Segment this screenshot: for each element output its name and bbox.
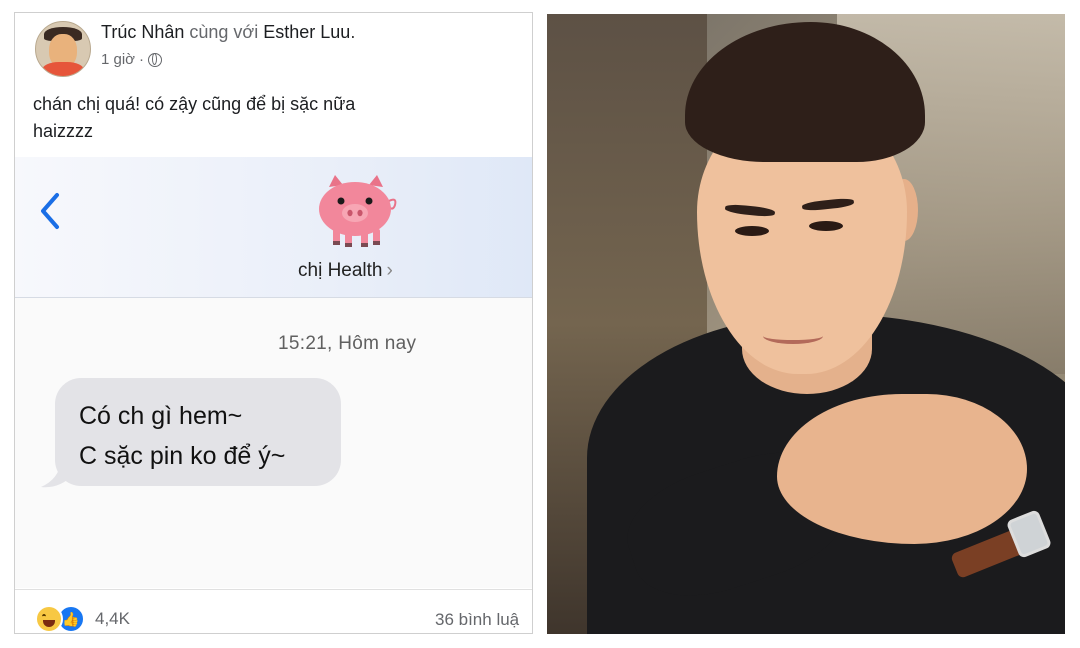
contact-chevron: ›: [386, 260, 393, 281]
post-time[interactable]: 1 giờ: [101, 51, 135, 68]
message-bubble[interactable]: Có ch gì hem~ C sặc pin ko để ý~: [55, 378, 341, 486]
message-line: C sặc pin ko để ý~: [79, 442, 286, 470]
comments-count[interactable]: 36 bình luậ: [435, 610, 519, 630]
author-avatar[interactable]: [35, 21, 91, 77]
message-header: [15, 157, 532, 298]
message-timestamp: 15:21, Hôm nay: [278, 333, 417, 354]
pig-emoji-icon: [319, 175, 397, 247]
author-name[interactable]: Trúc Nhân: [101, 22, 184, 42]
footer-divider: [15, 589, 532, 590]
haha-reaction-icon: [35, 605, 63, 633]
facebook-post: Trúc Nhân cùng với Esther Luu. 1 giờ · c…: [14, 12, 533, 634]
tagged-suffix: .: [350, 22, 356, 42]
contact-name: chị Health: [298, 260, 383, 281]
message-line: Có ch gì hem~: [79, 402, 243, 430]
reaction-count: 4,4K: [95, 609, 130, 628]
post-meta: 1 giờ ·: [101, 51, 163, 68]
time-separator: ·: [139, 51, 145, 68]
post-text: chán chị quá! có zậy cũng để bị sặc nữa …: [33, 94, 356, 141]
globe-icon[interactable]: [148, 52, 163, 67]
post-author-line: Trúc Nhân cùng với Esther Luu.: [101, 22, 355, 43]
reactions-summary[interactable]: 👍 4,4K: [35, 605, 130, 633]
tagged-name[interactable]: Esther Luu: [263, 22, 350, 42]
chevron-left-icon[interactable]: [35, 189, 65, 233]
contact-name-button[interactable]: chị Health ›: [298, 260, 393, 282]
with-text: cùng với: [189, 22, 259, 42]
portrait-photo: [547, 14, 1065, 634]
post-header: Trúc Nhân cùng với Esther Luu. 1 giờ · c…: [15, 13, 532, 163]
